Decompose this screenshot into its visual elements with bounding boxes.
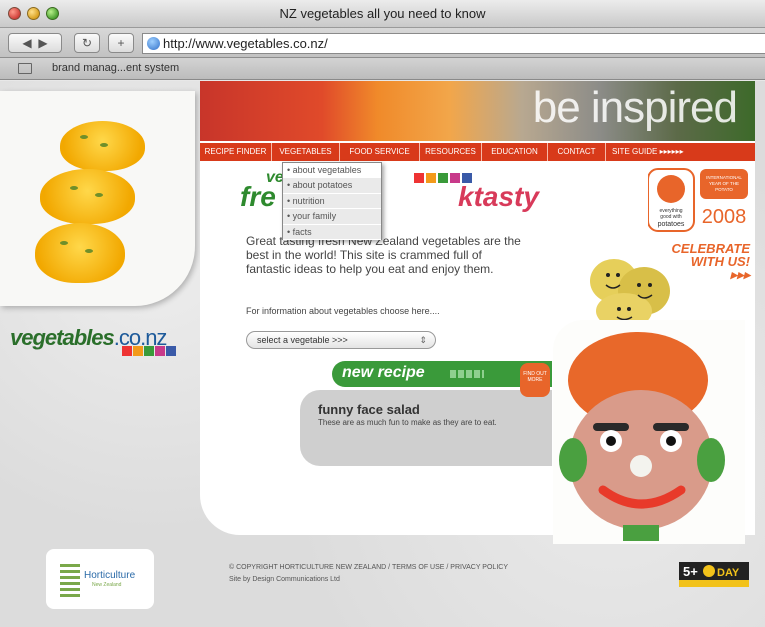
logo-square: [133, 346, 143, 356]
open-book-icon[interactable]: [18, 63, 32, 74]
svg-text:POTATO: POTATO: [715, 187, 733, 192]
vegetable-select-value: select a vegetable >>>: [257, 335, 348, 345]
back-arrow-icon[interactable]: ◀: [22, 36, 31, 50]
pumpkin-seed: [60, 241, 68, 245]
pumpkin-seed: [70, 186, 78, 190]
address-bar[interactable]: http://www.vegetables.co.nz/: [142, 33, 765, 54]
main-navigation: RECIPE FINDER VEGETABLES FOOD SERVICE RE…: [200, 143, 755, 161]
pumpkin-slice: [40, 169, 135, 224]
footer: © COPYRIGHT HORTICULTURE NEW ZEALAND / T…: [229, 562, 508, 586]
funny-face-salad-image[interactable]: [553, 320, 745, 544]
pumpkin-seed: [95, 193, 103, 197]
pumpkin-slice: [35, 223, 125, 283]
funny-face-illustration: [559, 332, 725, 541]
smiling-potatoes-image: [590, 259, 670, 329]
find-out-more-button[interactable]: FIND OUT MORE: [520, 363, 550, 397]
web-page: vegetables.co.nz be inspired RECIPE FIND…: [0, 81, 765, 627]
svg-text:2008: 2008: [702, 206, 747, 228]
vegetable-select[interactable]: select a vegetable >>> ⇕: [246, 331, 436, 349]
nav-education[interactable]: EDUCATION: [482, 143, 548, 161]
pumpkin-seed: [80, 135, 88, 139]
select-arrows-icon: ⇕: [419, 335, 427, 345]
svg-text:YEAR OF THE: YEAR OF THE: [709, 181, 739, 186]
back-forward-buttons[interactable]: ◀ ▶: [8, 33, 62, 53]
headline-square: [450, 173, 460, 183]
logo-square: [144, 346, 154, 356]
recipe-title[interactable]: funny face salad: [318, 402, 420, 417]
window-title: NZ vegetables all you need to know: [279, 6, 486, 21]
bookmark-link[interactable]: brand manag...ent system: [52, 62, 179, 74]
be-inspired-banner: be inspired: [200, 81, 755, 141]
new-recipe-label: new recipe: [342, 364, 425, 381]
potato-year-badge[interactable]: INTERNATIONAL YEAR OF THE POTATO 2008 ev…: [648, 167, 748, 242]
nav-site-guide[interactable]: SITE GUIDE ▸▸▸▸▸▸: [606, 143, 706, 161]
nav-resources[interactable]: RESOURCES: [420, 143, 482, 161]
footer-links[interactable]: © COPYRIGHT HORTICULTURE NEW ZEALAND / T…: [229, 562, 508, 574]
pumpkin-seed: [100, 143, 108, 147]
recipe-card[interactable]: funny face salad These are as much fun t…: [300, 390, 552, 466]
logo-main-text: vegetables: [10, 325, 115, 350]
nav-recipe-finder[interactable]: RECIPE FINDER: [200, 143, 272, 161]
pumpkin-seed: [85, 249, 93, 253]
horticulture-mark-icon: [60, 561, 80, 597]
recipe-bar-squares: [450, 370, 484, 378]
nav-food-service[interactable]: FOOD SERVICE: [340, 143, 420, 161]
bookmarks-bar: brand manag...ent system: [0, 58, 765, 80]
five-plus-a-day-logo[interactable]: 5+ DAY: [679, 562, 749, 587]
menu-item-facts[interactable]: • facts: [283, 225, 381, 240]
svg-text:potatoes: potatoes: [658, 221, 685, 228]
add-bookmark-button[interactable]: +: [108, 33, 134, 53]
window-titlebar: NZ vegetables all you need to know: [0, 0, 765, 28]
logo-square: [166, 346, 176, 356]
headline-right-text: ktasty: [458, 181, 539, 212]
globe-icon: [147, 37, 160, 50]
plus-icon: +: [117, 36, 125, 50]
headline-square: [462, 173, 472, 183]
footer-credit[interactable]: Site by Design Communications Ltd: [229, 574, 508, 586]
svg-text:INTERNATIONAL: INTERNATIONAL: [706, 175, 742, 180]
reload-button[interactable]: ↻: [74, 33, 100, 53]
new-recipe-bar: new recipe: [332, 361, 552, 387]
forward-arrow-icon[interactable]: ▶: [38, 36, 47, 50]
vegetables-dropdown-menu: • about vegetables • about potatoes • nu…: [282, 162, 382, 240]
reload-icon: ↻: [81, 36, 93, 50]
headline-square: [438, 173, 448, 183]
address-text: http://www.vegetables.co.nz/: [163, 36, 328, 51]
headline-square: [414, 173, 424, 183]
logo-square: [122, 346, 132, 356]
recipe-description: These are as much fun to make as they ar…: [318, 418, 497, 427]
browser-toolbar: ◀ ▶ ↻ + http://www.vegetables.co.nz/: [0, 28, 765, 58]
nav-contact[interactable]: CONTACT: [548, 143, 606, 161]
horticulture-logo[interactable]: Horticulture New Zealand: [46, 549, 154, 609]
menu-item-nutrition[interactable]: • nutrition: [283, 194, 381, 210]
svg-text:good with: good with: [660, 214, 682, 220]
banner-text: be inspired: [532, 83, 738, 132]
vegetable-prompt: For information about vegetables choose …: [246, 306, 440, 316]
svg-text:DAY: DAY: [717, 567, 740, 579]
svg-text:5+: 5+: [683, 564, 698, 579]
intro-text: Great tasting fresh New Zealand vegetabl…: [246, 234, 521, 276]
menu-item-your-family[interactable]: • your family: [283, 209, 381, 225]
menu-item-about-vegetables[interactable]: • about vegetables: [283, 163, 381, 179]
horticulture-subtitle: New Zealand: [92, 582, 122, 588]
logo-square: [155, 346, 165, 356]
menu-item-about-potatoes[interactable]: • about potatoes: [283, 178, 381, 194]
pumpkin-dish-image: [0, 91, 195, 306]
horticulture-name: Horticulture: [84, 570, 136, 581]
headline-square: [426, 173, 436, 183]
nav-vegetables[interactable]: VEGETABLES: [272, 143, 340, 161]
left-panel: [0, 81, 200, 311]
